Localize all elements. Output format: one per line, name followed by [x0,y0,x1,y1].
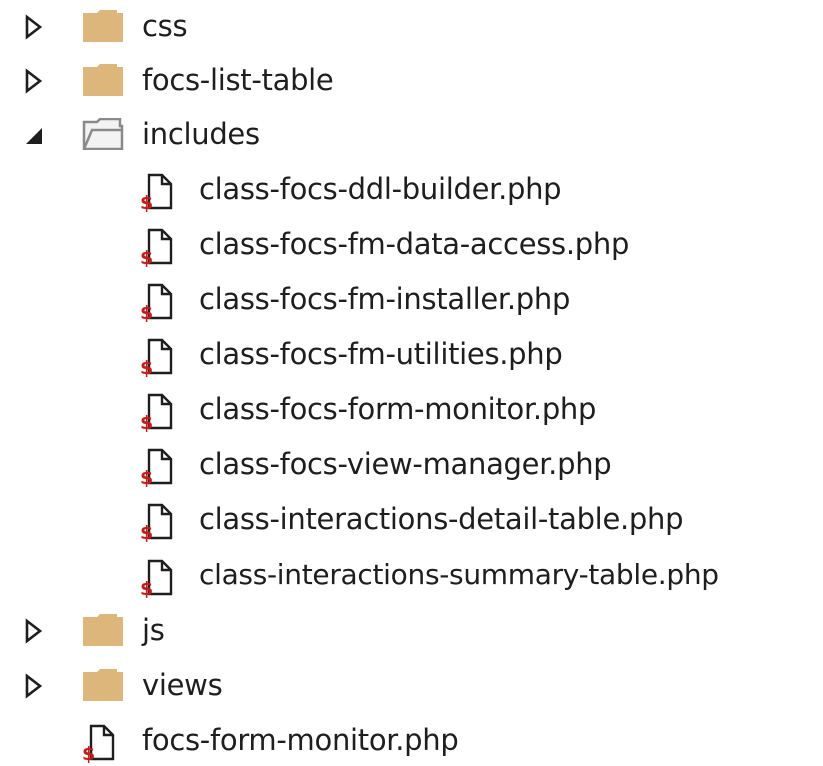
tree-item-php-file[interactable]: $ class-focs-fm-data-access.php [0,220,823,270]
tree-item-focs-list-table[interactable]: focs-list-table [0,56,823,106]
php-file-icon: $ [140,338,174,379]
tree-item-label: class-focs-form-monitor.php [199,392,597,426]
tree-item-label: includes [142,117,260,151]
php-badge: $ [140,578,154,600]
php-file-icon: $ [140,559,174,600]
expand-arrow-icon[interactable] [22,14,48,40]
tree-item-includes[interactable]: includes [0,110,823,160]
folder-icon [83,669,123,701]
php-badge: $ [82,743,96,765]
php-badge: $ [140,467,154,489]
tree-item-views[interactable]: views [0,661,823,711]
tree-item-php-file[interactable]: $ class-interactions-summary-table.php [0,551,823,601]
tree-item-label: class-interactions-summary-table.php [199,558,719,591]
collapse-arrow-icon[interactable] [22,122,48,148]
php-badge: $ [140,522,154,544]
folder-icon [83,10,123,42]
php-file-icon: $ [140,173,174,214]
tree-item-label: focs-list-table [142,63,334,97]
tree-item-label: js [142,613,165,647]
php-file-icon: $ [140,283,174,324]
expand-arrow-icon[interactable] [22,618,48,644]
folder-icon [83,614,123,646]
solution-explorer-tree: css focs-list-table includes $ class-foc… [0,0,823,764]
tree-item-label: class-interactions-detail-table.php [199,502,684,536]
tree-item-label: focs-form-monitor.php [142,723,459,757]
folder-icon [83,64,123,96]
php-badge: $ [140,357,154,379]
expand-arrow-icon[interactable] [22,68,48,94]
php-file-icon: $ [140,228,174,269]
php-badge: $ [140,192,154,214]
php-file-icon: $ [140,448,174,489]
tree-item-php-file[interactable]: $ class-focs-view-manager.php [0,440,823,490]
tree-item-label: class-focs-ddl-builder.php [199,172,562,206]
expand-arrow-icon[interactable] [22,673,48,699]
tree-item-php-file[interactable]: $ class-focs-form-monitor.php [0,385,823,435]
php-file-icon: $ [82,724,116,765]
php-badge: $ [140,247,154,269]
php-file-icon: $ [140,503,174,544]
tree-item-label: class-focs-fm-utilities.php [199,337,563,371]
tree-item-label: class-focs-view-manager.php [199,447,612,481]
tree-item-label: css [142,9,188,43]
tree-item-php-file[interactable]: $ class-interactions-detail-table.php [0,495,823,545]
php-badge: $ [140,302,154,324]
open-folder-icon [82,118,124,150]
php-file-icon: $ [140,393,174,434]
tree-item-label: class-focs-fm-installer.php [199,282,571,316]
tree-item-php-file[interactable]: $ class-focs-ddl-builder.php [0,165,823,215]
tree-item-label: class-focs-fm-data-access.php [199,227,630,261]
tree-item-js[interactable]: js [0,606,823,656]
tree-item-label: views [142,668,223,702]
tree-item-php-file[interactable]: $ class-focs-fm-installer.php [0,275,823,325]
tree-item-php-file[interactable]: $ focs-form-monitor.php [0,716,823,766]
php-badge: $ [140,412,154,434]
tree-item-css[interactable]: css [0,2,823,52]
tree-item-php-file[interactable]: $ class-focs-fm-utilities.php [0,330,823,380]
